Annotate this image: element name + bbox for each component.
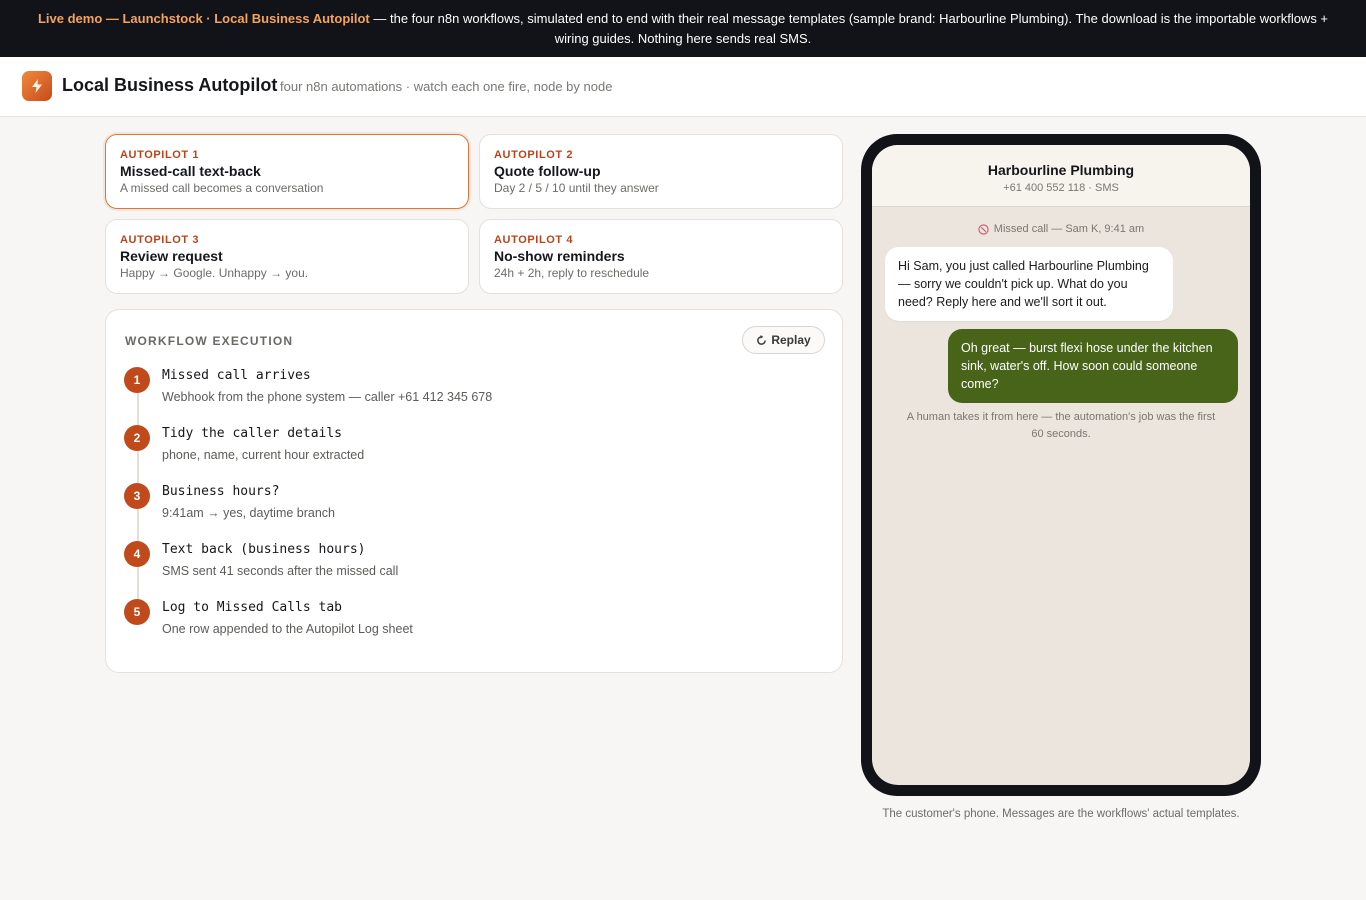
phone-caption: The customer's phone. Messages are the w… — [882, 808, 1240, 820]
step-title: Missed call arrives — [162, 368, 311, 383]
step-number: 4 — [124, 541, 150, 567]
banner-highlight: Live demo — Launchstock · Local Business… — [37, 11, 370, 26]
card-title: Quote follow-up — [494, 163, 601, 179]
incoming-message: Hi Sam, you just called Harbourline Plum… — [885, 247, 1173, 321]
demo-banner: Live demo — Launchstock · Local Business… — [0, 0, 1366, 57]
workflow-step: 3 Business hours? 9:41am → yes, daytime … — [124, 483, 824, 533]
step-title: Tidy the caller details — [162, 426, 343, 441]
card-title: Review request — [120, 248, 223, 264]
card-kicker: AUTOPILOT 2 — [494, 149, 574, 161]
contact-number: +61 400 552 118 · SMS — [1003, 182, 1119, 194]
card-kicker: AUTOPILOT 3 — [120, 234, 200, 246]
app-header: Local Business Autopilot four n8n automa… — [0, 57, 1366, 117]
step-number: 3 — [124, 483, 150, 509]
card-title: No-show reminders — [494, 248, 625, 264]
system-message-text: Missed call — Sam K, 9:41 am — [993, 223, 1145, 235]
contact-name: Harbourline Plumbing — [987, 162, 1135, 178]
replay-label: Replay — [771, 333, 811, 347]
autopilot-card-1[interactable]: AUTOPILOT 1 Missed-call text-back A miss… — [105, 134, 469, 209]
outgoing-message: Oh great — burst flexi hose under the ki… — [948, 329, 1238, 403]
workflow-step: 5 Log to Missed Calls tab One row append… — [124, 599, 824, 649]
step-desc: Webhook from the phone system — caller +… — [162, 390, 493, 404]
workflow-step: 1 Missed call arrives Webhook from the p… — [124, 367, 824, 417]
replay-arrow-icon — [757, 334, 767, 345]
missed-call-icon — [978, 223, 989, 235]
app-title: Local Business Autopilot — [62, 75, 278, 95]
workflow-step: 2 Tidy the caller details phone, name, c… — [124, 425, 824, 475]
autopilot-card-2[interactable]: AUTOPILOT 2 Quote follow-up Day 2 / 5 / … — [479, 134, 843, 209]
system-message: Missed call — Sam K, 9:41 am — [872, 223, 1250, 235]
autopilot-card-4[interactable]: AUTOPILOT 4 No-show reminders 24h + 2h, … — [479, 219, 843, 294]
replay-button[interactable]: Replay — [742, 326, 825, 354]
step-number: 2 — [124, 425, 150, 451]
card-subtitle: Day 2 / 5 / 10 until they answer — [494, 181, 659, 195]
panel-label: WORKFLOW EXECUTION — [125, 334, 294, 348]
step-desc: SMS sent 41 seconds after the missed cal… — [162, 564, 399, 578]
chat-footnote: A human takes it from here — the automat… — [906, 411, 1216, 440]
step-desc: phone, name, current hour extracted — [162, 448, 365, 462]
phone-mockup: Harbourline Plumbing +61 400 552 118 · S… — [861, 134, 1261, 796]
step-title: Business hours? — [162, 484, 280, 499]
card-title: Missed-call text-back — [120, 163, 261, 179]
autopilot-card-3[interactable]: AUTOPILOT 3 Review request Happy → Googl… — [105, 219, 469, 294]
step-desc: One row appended to the Autopilot Log sh… — [162, 622, 413, 636]
step-desc: 9:41am → yes, daytime branch — [162, 506, 335, 520]
banner-text: — the four n8n workflows, simulated end … — [369, 11, 1329, 46]
card-subtitle: Happy → Google. Unhappy → you. — [120, 266, 309, 280]
card-subtitle: 24h + 2h, reply to reschedule — [494, 266, 650, 280]
step-number: 1 — [124, 367, 150, 393]
step-title: Log to Missed Calls tab — [162, 600, 343, 615]
card-subtitle: A missed call becomes a conversation — [120, 181, 324, 195]
card-kicker: AUTOPILOT 1 — [120, 149, 200, 161]
workflow-step: 4 Text back (business hours) SMS sent 41… — [124, 541, 824, 591]
app-subtitle: four n8n automations · watch each one fi… — [280, 79, 613, 94]
chat-header: Harbourline Plumbing +61 400 552 118 · S… — [872, 145, 1250, 207]
lightning-bolt-icon — [32, 79, 42, 93]
app-logo — [22, 71, 52, 101]
workflow-execution-panel: WORKFLOW EXECUTION Replay 1 Missed call … — [105, 309, 843, 673]
step-number: 5 — [124, 599, 150, 625]
step-title: Text back (business hours) — [162, 542, 366, 557]
card-kicker: AUTOPILOT 4 — [494, 234, 574, 246]
phone-screen: Harbourline Plumbing +61 400 552 118 · S… — [872, 145, 1250, 785]
